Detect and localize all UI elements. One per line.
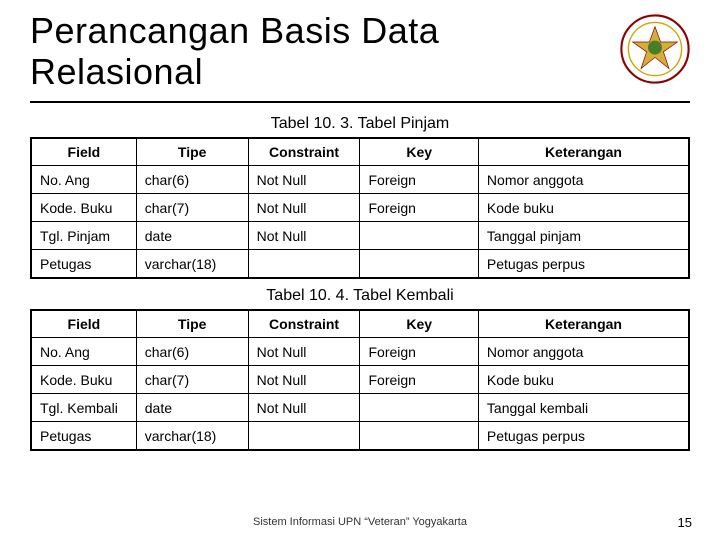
cell-key: Foreign: [360, 166, 478, 194]
cell-field: Petugas: [31, 422, 136, 450]
col-field: Field: [31, 310, 136, 338]
cell-ket: Tanggal pinjam: [478, 222, 689, 250]
col-constraint: Constraint: [248, 138, 360, 166]
header: Perancangan Basis Data Relasional: [30, 10, 690, 103]
page-number: 15: [678, 515, 692, 530]
table-row: Petugas varchar(18) Petugas perpus: [31, 422, 689, 450]
cell-tipe: char(6): [136, 166, 248, 194]
col-field: Field: [31, 138, 136, 166]
cell-constraint: Not Null: [248, 366, 360, 394]
cell-key: [360, 222, 478, 250]
cell-key: [360, 422, 478, 450]
cell-key: Foreign: [360, 194, 478, 222]
cell-constraint: Not Null: [248, 166, 360, 194]
col-keterangan: Keterangan: [478, 310, 689, 338]
upn-logo-icon: [620, 14, 690, 84]
col-constraint: Constraint: [248, 310, 360, 338]
slide: Perancangan Basis Data Relasional Tabel …: [0, 0, 720, 451]
col-tipe: Tipe: [136, 310, 248, 338]
cell-ket: Petugas perpus: [478, 250, 689, 278]
table-row: Tgl. Pinjam date Not Null Tanggal pinjam: [31, 222, 689, 250]
cell-tipe: char(7): [136, 366, 248, 394]
table-header-row: Field Tipe Constraint Key Keterangan: [31, 310, 689, 338]
cell-constraint: Not Null: [248, 222, 360, 250]
cell-ket: Kode buku: [478, 366, 689, 394]
cell-tipe: date: [136, 222, 248, 250]
table-row: Kode. Buku char(7) Not Null Foreign Kode…: [31, 366, 689, 394]
cell-ket: Nomor anggota: [478, 338, 689, 366]
cell-field: Tgl. Kembali: [31, 394, 136, 422]
col-tipe: Tipe: [136, 138, 248, 166]
cell-field: No. Ang: [31, 166, 136, 194]
cell-constraint: [248, 422, 360, 450]
table-row: Tgl. Kembali date Not Null Tanggal kemba…: [31, 394, 689, 422]
table-row: Kode. Buku char(7) Not Null Foreign Kode…: [31, 194, 689, 222]
table-row: No. Ang char(6) Not Null Foreign Nomor a…: [31, 166, 689, 194]
cell-tipe: date: [136, 394, 248, 422]
cell-constraint: [248, 250, 360, 278]
cell-ket: Nomor anggota: [478, 166, 689, 194]
cell-field: Petugas: [31, 250, 136, 278]
cell-ket: Petugas perpus: [478, 422, 689, 450]
table-header-row: Field Tipe Constraint Key Keterangan: [31, 138, 689, 166]
cell-key: [360, 394, 478, 422]
cell-key: Foreign: [360, 366, 478, 394]
cell-key: [360, 250, 478, 278]
col-key: Key: [360, 138, 478, 166]
table-row: No. Ang char(6) Not Null Foreign Nomor a…: [31, 338, 689, 366]
cell-ket: Kode buku: [478, 194, 689, 222]
cell-tipe: varchar(18): [136, 422, 248, 450]
cell-constraint: Not Null: [248, 394, 360, 422]
table2-caption: Tabel 10. 4. Tabel Kembali: [30, 287, 690, 305]
col-key: Key: [360, 310, 478, 338]
footer-text: Sistem Informasi UPN “Veteran” Yogyakart…: [0, 516, 720, 528]
table-row: Petugas varchar(18) Petugas perpus: [31, 250, 689, 278]
cell-field: Kode. Buku: [31, 194, 136, 222]
table-kembali: Field Tipe Constraint Key Keterangan No.…: [30, 309, 690, 451]
cell-constraint: Not Null: [248, 194, 360, 222]
cell-ket: Tanggal kembali: [478, 394, 689, 422]
cell-field: No. Ang: [31, 338, 136, 366]
col-keterangan: Keterangan: [478, 138, 689, 166]
cell-tipe: char(6): [136, 338, 248, 366]
cell-tipe: char(7): [136, 194, 248, 222]
cell-tipe: varchar(18): [136, 250, 248, 278]
cell-field: Tgl. Pinjam: [31, 222, 136, 250]
cell-constraint: Not Null: [248, 338, 360, 366]
cell-key: Foreign: [360, 338, 478, 366]
table1-caption: Tabel 10. 3. Tabel Pinjam: [30, 115, 690, 133]
table-pinjam: Field Tipe Constraint Key Keterangan No.…: [30, 137, 690, 279]
page-title: Perancangan Basis Data Relasional: [30, 10, 570, 93]
cell-field: Kode. Buku: [31, 366, 136, 394]
